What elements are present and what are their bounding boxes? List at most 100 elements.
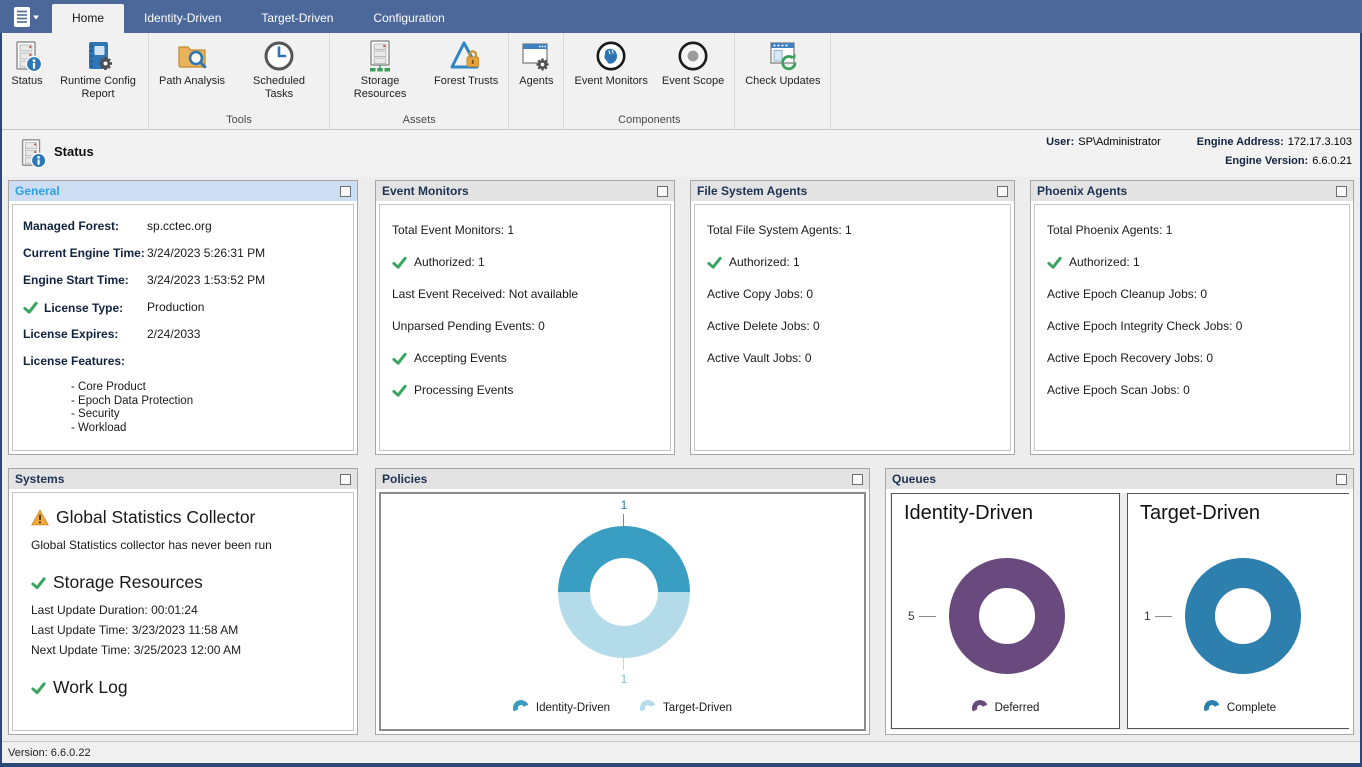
tab-target-driven[interactable]: Target-Driven <box>241 4 353 33</box>
ribbon-button-label: Event Monitors <box>574 75 647 88</box>
tab-configuration[interactable]: Configuration <box>353 4 464 33</box>
event-monitors-icon <box>594 39 628 73</box>
info-label: Managed Forest: <box>23 219 147 233</box>
path-analysis-icon <box>175 39 209 73</box>
status-text: Active Epoch Integrity Check Jobs: 0 <box>1047 317 1242 335</box>
tab-home[interactable]: Home <box>52 4 124 33</box>
section-detail: Last Update Duration: 00:01:24 <box>31 600 343 620</box>
ribbon-group-assets: Storage Resources Forest Trusts Assets <box>330 33 509 129</box>
status-text: Total File System Agents: 1 <box>707 221 852 239</box>
ribbon: Status Runtime Config Report <box>0 33 1362 130</box>
forest-trusts-icon <box>449 39 483 73</box>
legend-swatch-icon <box>511 698 532 719</box>
collapse-button[interactable] <box>340 474 351 485</box>
panel-phoenix-agents-header: Phoenix Agents <box>1031 181 1353 201</box>
status-line: Authorized: 1 <box>707 253 998 271</box>
tab-bar: Home Identity-Driven Target-Driven Confi… <box>52 0 465 33</box>
queue-tick: 5 <box>908 609 936 623</box>
status-line: Active Copy Jobs: 0 <box>707 285 998 303</box>
check-updates-button[interactable]: Check Updates <box>738 37 827 90</box>
info-row: Current Engine Time:3/24/2023 5:26:31 PM <box>23 246 343 263</box>
license-feature: - Workload <box>71 422 343 436</box>
status-line: Active Epoch Cleanup Jobs: 0 <box>1047 285 1337 303</box>
status-text: Total Phoenix Agents: 1 <box>1047 221 1172 239</box>
panel-title: Policies <box>382 472 427 486</box>
ribbon-group-status: Status Runtime Config Report <box>0 33 149 129</box>
window-border-bottom <box>0 763 1362 767</box>
panel-phoenix-agents: Phoenix Agents Total Phoenix Agents: 1 A… <box>1030 180 1354 455</box>
section-detail: Last Update Time: 3/23/2023 11:58 AM <box>31 620 343 640</box>
page-title: Status <box>54 144 94 159</box>
panel-general-header: General <box>9 181 357 201</box>
warning-icon <box>31 509 49 526</box>
legend-label: Deferred <box>995 702 1040 714</box>
engine-address-info: Engine Address:172.17.3.103 <box>1197 136 1352 148</box>
status-line: Last Event Received: Not available <box>392 285 658 303</box>
legend-label: Identity-Driven <box>536 702 610 714</box>
path-analysis-button[interactable]: Path Analysis <box>152 37 232 90</box>
panel-systems-header: Systems <box>9 469 357 489</box>
ribbon-group-label: Tools <box>149 112 329 129</box>
storage-resources-icon <box>363 39 397 73</box>
ribbon-group-label: Assets <box>330 112 508 129</box>
status-text: Unparsed Pending Events: 0 <box>392 317 545 335</box>
collapse-button[interactable] <box>1336 186 1347 197</box>
panel-queues-header: Queues <box>886 469 1353 489</box>
window-border-left <box>0 33 2 767</box>
ribbon-group-tools: Path Analysis Scheduled Tasks Tools <box>149 33 330 129</box>
section-detail: Next Update Time: 3/25/2023 12:00 AM <box>31 640 343 660</box>
status-text: Total Event Monitors: 1 <box>392 221 514 239</box>
license-feature: - Core Product <box>71 381 343 395</box>
panel-queues: Queues Identity-Driven 5 Deferred <box>885 468 1354 735</box>
check-icon <box>1047 255 1062 270</box>
event-scope-icon <box>676 39 710 73</box>
app-menu-button[interactable] <box>0 0 52 33</box>
status-button[interactable]: Status <box>3 37 51 90</box>
panel-title: Phoenix Agents <box>1037 184 1127 198</box>
donut-bottom-value: 1 <box>614 672 634 686</box>
ribbon-button-label: Scheduled Tasks <box>239 75 319 101</box>
panel-title: Systems <box>15 472 64 486</box>
ribbon-group-label <box>509 112 563 129</box>
queue-tick-line <box>919 616 936 617</box>
section-heading: Storage Resources <box>31 572 343 593</box>
ribbon-group-components: Event Monitors Event Scope Components <box>564 33 735 129</box>
forest-trusts-button[interactable]: Forest Trusts <box>427 37 505 90</box>
panel-file-system-agents: File System Agents Total File System Age… <box>690 180 1015 455</box>
policies-donut-chart <box>558 526 690 658</box>
status-line: Processing Events <box>392 381 658 399</box>
scheduled-tasks-button[interactable]: Scheduled Tasks <box>232 37 326 103</box>
app-menu-icon <box>11 6 41 28</box>
event-scope-button[interactable]: Event Scope <box>655 37 731 90</box>
info-value: sp.cctec.org <box>147 219 212 233</box>
collapse-button[interactable] <box>340 186 351 197</box>
info-label: License Type: <box>23 300 147 315</box>
status-line: Authorized: 1 <box>1047 253 1337 271</box>
agents-button[interactable]: Agents <box>512 37 560 90</box>
collapse-button[interactable] <box>1336 474 1347 485</box>
collapse-button[interactable] <box>657 186 668 197</box>
info-label: Current Engine Time: <box>23 246 147 260</box>
status-text: Last Event Received: Not available <box>392 285 578 303</box>
systems-section-global-statistics: Global Statistics Collector Global Stati… <box>31 507 343 555</box>
tab-identity-driven[interactable]: Identity-Driven <box>124 4 241 33</box>
event-monitors-button[interactable]: Event Monitors <box>567 37 654 90</box>
collapse-button[interactable] <box>997 186 1008 197</box>
panel-title: File System Agents <box>697 184 807 198</box>
storage-resources-button[interactable]: Storage Resources <box>333 37 427 103</box>
runtime-config-report-button[interactable]: Runtime Config Report <box>51 37 145 103</box>
check-icon <box>23 300 38 315</box>
runtime-config-report-icon <box>81 39 115 73</box>
user-info: User:SP\Administrator <box>1046 136 1161 148</box>
check-icon <box>707 255 722 270</box>
info-label: Engine Start Time: <box>23 273 147 287</box>
status-page-icon <box>16 137 48 169</box>
dropdown-caret-icon <box>33 15 39 19</box>
queue-chart-target-driven: Target-Driven 1 Complete <box>1127 493 1349 729</box>
scheduled-tasks-icon <box>262 39 296 73</box>
collapse-button[interactable] <box>852 474 863 485</box>
ribbon-button-label: Storage Resources <box>340 75 420 101</box>
status-text: Authorized: 1 <box>1069 253 1140 271</box>
status-text: Authorized: 1 <box>729 253 800 271</box>
ribbon-button-label: Status <box>11 75 42 88</box>
